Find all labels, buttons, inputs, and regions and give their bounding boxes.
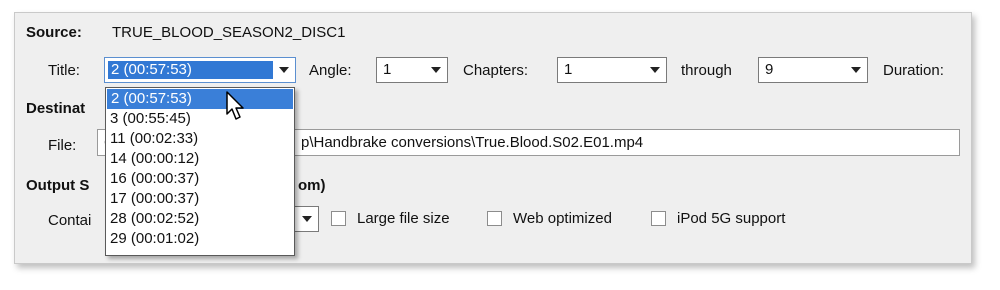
title-option[interactable]: 3 (00:55:45) [106,109,294,129]
chevron-down-icon [851,67,861,73]
chapters-end-select[interactable]: 9 [758,57,868,83]
title-option[interactable]: 11 (00:02:33) [106,129,294,149]
title-select-value: 2 (00:57:53) [111,61,192,78]
web-optimized-label: Web optimized [513,210,612,227]
chevron-down-icon [650,67,660,73]
file-label: File: [48,137,77,154]
angle-select[interactable]: 1 [376,57,448,83]
ipod-5g-support-label: iPod 5G support [677,210,786,227]
chapters-label: Chapters: [463,62,529,79]
angle-select-value: 1 [383,61,392,78]
output-settings-heading: Output S [26,177,90,194]
through-label: through [681,62,732,79]
chevron-down-icon [431,67,441,73]
large-file-size-checkbox[interactable] [331,211,346,226]
title-option[interactable]: 2 (00:57:53) [107,89,293,109]
title-dropdown-list: 2 (00:57:53) 3 (00:55:45) 11 (00:02:33) … [105,87,295,256]
container-label: Contai [48,212,92,229]
mouse-pointer-icon [226,91,244,120]
title-option[interactable]: 14 (00:00:12) [106,149,294,169]
chapters-start-select[interactable]: 1 [557,57,667,83]
source-label: Source: [26,24,82,41]
file-path-value: p\Handbrake conversions\True.Blood.S02.E… [301,134,644,151]
chevron-down-icon [302,216,312,222]
ipod-5g-support-checkbox[interactable] [651,211,666,226]
angle-label: Angle: [309,62,352,79]
destination-heading: Destinat [26,100,86,117]
title-label: Title: [48,62,80,79]
title-option[interactable]: 16 (00:00:37) [106,169,294,189]
large-file-size-label: Large file size [357,210,450,227]
chapters-start-value: 1 [564,61,573,78]
duration-label: Duration: [883,62,944,79]
source-value: TRUE_BLOOD_SEASON2_DISC1 [112,24,346,41]
chapters-end-value: 9 [765,61,774,78]
web-optimized-checkbox[interactable] [487,211,502,226]
title-option[interactable]: 17 (00:00:37) [106,189,294,209]
title-select[interactable]: 2 (00:57:53) [104,57,296,83]
title-option[interactable]: 29 (00:01:02) [106,229,294,249]
chevron-down-icon [279,67,289,73]
output-settings-heading-tail: om) [298,177,326,194]
title-option[interactable]: 28 (00:02:52) [106,209,294,229]
